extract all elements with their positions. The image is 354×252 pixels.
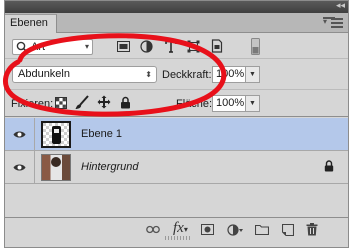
eye-icon	[13, 131, 26, 138]
visibility-toggle[interactable]	[5, 118, 35, 150]
filter-toggle-icon[interactable]	[251, 38, 260, 55]
resize-grip[interactable]	[165, 236, 191, 240]
lock-row: Fixieren: Fläche: 100% ▼	[5, 91, 348, 117]
background-thumbnail	[41, 154, 71, 181]
opacity-label: Deckkraft:	[162, 69, 212, 81]
tab-bar: Ebenen ▾	[5, 13, 348, 33]
blend-row: Abdunkeln ⬍ Deckkraft: 100% ▼	[5, 60, 348, 90]
blend-mode-value: Abdunkeln	[18, 68, 70, 80]
pixel-filter-icon[interactable]	[117, 41, 130, 52]
new-group-icon[interactable]	[255, 224, 269, 235]
new-layer-icon[interactable]	[282, 224, 294, 236]
trash-icon[interactable]	[306, 223, 318, 236]
eye-icon	[13, 164, 26, 171]
layer-row[interactable]: Hintergrund	[5, 151, 348, 184]
adjustment-layer-icon[interactable]	[227, 224, 243, 236]
add-mask-icon[interactable]	[201, 224, 214, 235]
panel-menu-icon[interactable]: ▾	[323, 17, 343, 28]
shape-filter-icon[interactable]	[187, 40, 200, 53]
layers-list: Ebene 1 Hintergrund	[5, 118, 348, 217]
lock-icon	[324, 160, 334, 172]
layers-panel: ◂◂ Ebenen ▾ Art ▾ Abdunkeln ⬍ Deckkraft:…	[4, 0, 349, 248]
opacity-dropdown-button[interactable]: ▼	[245, 66, 260, 83]
link-layers-icon[interactable]	[146, 225, 160, 234]
fx-icon[interactable]: fx▾	[173, 220, 188, 237]
layer-name: Hintergrund	[81, 161, 139, 173]
layer-name: Ebene 1	[81, 128, 122, 140]
tab-ebenen[interactable]: Ebenen	[5, 14, 57, 33]
layer-thumbnail	[41, 121, 71, 148]
adjustment-filter-icon[interactable]	[140, 40, 153, 53]
panel-titlebar: ◂◂	[5, 0, 348, 13]
panel-footer: fx▾	[5, 217, 348, 241]
opacity-input[interactable]: 100%	[212, 66, 246, 83]
filter-row: Art ▾	[5, 34, 348, 59]
collapse-panel-icon[interactable]: ◂◂	[336, 0, 345, 11]
lock-label: Fixieren:	[11, 98, 54, 110]
fill-dropdown-button[interactable]: ▼	[245, 95, 260, 112]
chevron-updown-icon: ⬍	[145, 70, 152, 79]
layer-row[interactable]: Ebene 1	[5, 118, 348, 151]
fill-input[interactable]: 100%	[212, 95, 246, 112]
fill-label: Fläche:	[176, 98, 213, 110]
visibility-toggle[interactable]	[5, 151, 35, 183]
type-filter-icon[interactable]	[165, 40, 177, 53]
lock-transparent-icon[interactable]	[55, 97, 67, 109]
search-icon	[16, 41, 29, 54]
chevron-down-icon: ▾	[84, 42, 89, 51]
lock-image-icon[interactable]	[75, 95, 89, 110]
lock-all-icon[interactable]	[120, 96, 131, 109]
lock-position-icon[interactable]	[97, 95, 111, 109]
smart-object-filter-icon[interactable]	[211, 39, 223, 53]
kind-filter-select[interactable]: Art ▾	[12, 39, 93, 55]
kind-filter-label: Art	[31, 41, 46, 53]
blend-mode-select[interactable]: Abdunkeln ⬍	[12, 66, 157, 83]
